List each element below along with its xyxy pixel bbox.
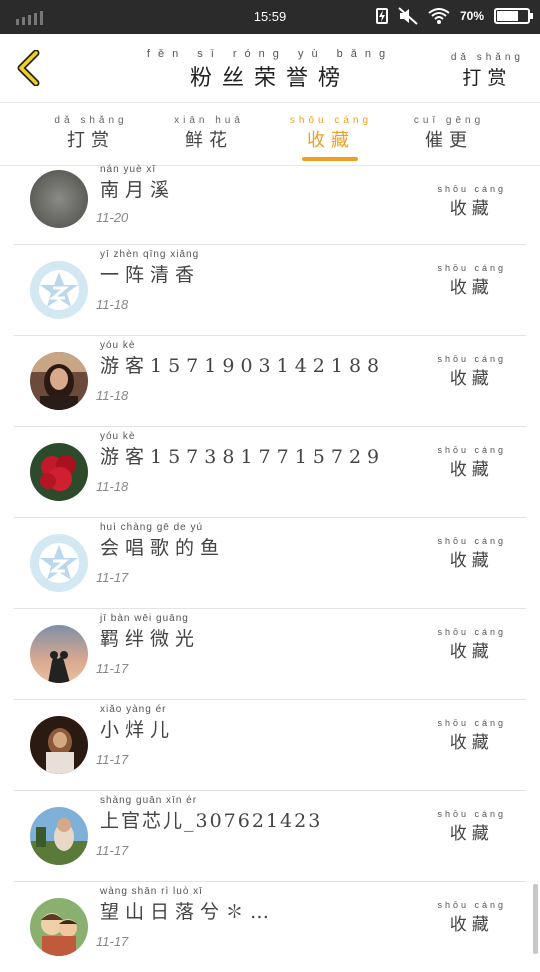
item-date: 11-17 [96, 752, 129, 767]
list-item[interactable]: shàng guān xīn ér 上官芯儿_307621423 11-17 s… [14, 791, 526, 882]
list-item[interactable]: yóu kè 游客15738177​15729 11-18 shōu cáng … [14, 427, 526, 518]
item-favorite-label: shōu cáng 收藏 [437, 354, 506, 389]
item-favorite-label: shōu cáng 收藏 [437, 263, 506, 298]
item-name-pinyin: shàng guān xīn ér [100, 795, 198, 806]
item-action-pinyin: shōu cáng [437, 445, 506, 455]
avatar[interactable] [30, 807, 88, 865]
avatar[interactable] [30, 352, 88, 410]
avatar[interactable] [30, 716, 88, 774]
tab-pinyin: shōu cáng [289, 115, 373, 126]
item-name: 望山日落兮✽… [100, 901, 276, 923]
item-name-pinyin: nán yuè xī [100, 164, 157, 175]
item-name-pinyin: yóu kè [100, 340, 136, 351]
list-item[interactable]: nán yuè xī 南月溪 11-20 shōu cáng 收藏 [14, 164, 526, 245]
avatar[interactable] [30, 898, 88, 956]
tab-label: 催更 [425, 130, 473, 151]
item-name-pinyin: yóu kè [100, 431, 136, 442]
tab-flowers[interactable]: xiān huā 鲜花 [164, 115, 254, 152]
item-favorite-label: shōu cáng 收藏 [437, 718, 506, 753]
scrollbar[interactable] [533, 884, 538, 954]
battery-icon [494, 8, 533, 24]
item-action: 收藏 [449, 278, 494, 298]
fan-list: nán yuè xī 南月溪 11-20 shōu cáng 收藏 yī zhè… [14, 164, 526, 972]
item-date: 11-17 [96, 934, 129, 949]
header: fěn sī róng yù bǎng 粉丝荣誉榜 dǎ shǎng 打赏 [0, 34, 540, 103]
item-name: 游客15719031421​88 [100, 355, 386, 377]
item-action: 收藏 [449, 199, 494, 219]
list-item[interactable]: yī zhèn qīng xiāng 一阵清香 11-18 shōu cáng … [14, 245, 526, 336]
item-name: 一阵清香 [100, 264, 201, 286]
tab-label: 收藏 [307, 130, 355, 151]
list-item[interactable]: huì chàng gē de yú 会唱歌的鱼 11-17 shōu cáng… [14, 518, 526, 609]
item-date: 11-17 [96, 570, 129, 585]
item-name: 南月溪 [100, 179, 176, 201]
item-action-pinyin: shōu cáng [437, 627, 506, 637]
wifi-icon [428, 8, 450, 24]
item-favorite-label: shōu cáng 收藏 [437, 809, 506, 844]
item-favorite-label: shōu cáng 收藏 [437, 536, 506, 571]
item-name: 羁绊微光 [100, 628, 201, 650]
item-date: 11-17 [96, 661, 129, 676]
item-action: 收藏 [449, 733, 494, 753]
item-action-pinyin: shōu cáng [437, 718, 506, 728]
tab-urge-update[interactable]: cuī gēng 催更 [404, 115, 494, 152]
item-name-pinyin: jī bàn wēi guāng [100, 613, 189, 624]
item-action: 收藏 [449, 369, 494, 389]
list-item[interactable]: xiǎo yàng ér 小烊儿 11-17 shōu cáng 收藏 [14, 700, 526, 791]
item-date: 11-18 [96, 297, 129, 312]
item-name: 上官芯儿_307621423 [100, 810, 323, 832]
list-item[interactable]: yóu kè 游客15719031421​88 11-18 shōu cáng … [14, 336, 526, 427]
item-favorite-label: shōu cáng 收藏 [437, 445, 506, 480]
charging-icon [375, 8, 388, 24]
tab-label: 打赏 [67, 130, 115, 151]
item-action-pinyin: shōu cáng [437, 184, 506, 194]
avatar[interactable] [30, 261, 88, 319]
item-name: 游客15738177​15729 [100, 446, 386, 468]
list-item[interactable]: wàng shān rì luò xī 望山日落兮✽… 11-17 shōu c… [14, 882, 526, 972]
item-action-pinyin: shōu cáng [437, 536, 506, 546]
reward-button[interactable]: dǎ shǎng 打赏 [451, 52, 524, 90]
item-name-pinyin: yī zhèn qīng xiāng [100, 249, 200, 260]
item-name-pinyin: xiǎo yàng ér [100, 704, 167, 715]
tab-bar: dǎ shǎng 打赏 xiān huā 鲜花 shōu cáng 收藏 cuī… [0, 103, 540, 166]
item-favorite-label: shōu cáng 收藏 [437, 900, 506, 935]
item-action: 收藏 [449, 915, 494, 935]
item-action: 收藏 [449, 642, 494, 662]
item-name: 会唱歌的鱼 [100, 537, 226, 559]
reward-button-label: 打赏 [462, 67, 513, 89]
mute-icon [398, 7, 418, 25]
item-date: 11-18 [96, 479, 129, 494]
avatar[interactable] [30, 625, 88, 683]
tab-reward[interactable]: dǎ shǎng 打赏 [46, 115, 136, 152]
item-action: 收藏 [449, 460, 494, 480]
reward-button-pinyin: dǎ shǎng [450, 52, 524, 63]
avatar[interactable] [30, 443, 88, 501]
item-name-pinyin: wàng shān rì luò xī [100, 886, 203, 897]
item-date: 11-20 [96, 210, 129, 225]
list-item[interactable]: jī bàn wēi guāng 羁绊微光 11-17 shōu cáng 收藏 [14, 609, 526, 700]
item-date: 11-18 [96, 388, 129, 403]
item-favorite-label: shōu cáng 收藏 [437, 627, 506, 662]
tab-pinyin: xiān huā [174, 115, 244, 126]
tab-pinyin: dǎ shǎng [54, 115, 128, 126]
item-action-pinyin: shōu cáng [437, 263, 506, 273]
item-action-pinyin: shōu cáng [437, 900, 506, 910]
status-bar: 15:59 70% [0, 0, 540, 34]
avatar[interactable] [30, 170, 88, 228]
tab-indicator [302, 157, 358, 161]
item-date: 11-17 [96, 843, 129, 858]
item-action-pinyin: shōu cáng [437, 354, 506, 364]
item-name: 小烊儿 [100, 719, 176, 741]
tab-favorites[interactable]: shōu cáng 收藏 [286, 115, 376, 161]
item-favorite-label: shōu cáng 收藏 [437, 184, 506, 219]
item-action-pinyin: shōu cáng [437, 809, 506, 819]
item-action: 收藏 [449, 551, 494, 571]
item-name-pinyin: huì chàng gē de yú [100, 522, 204, 533]
item-action: 收藏 [449, 824, 494, 844]
tab-pinyin: cuī gēng [413, 115, 485, 126]
avatar[interactable] [30, 534, 88, 592]
tab-label: 鲜花 [185, 130, 233, 151]
battery-percent: 70% [459, 9, 484, 23]
